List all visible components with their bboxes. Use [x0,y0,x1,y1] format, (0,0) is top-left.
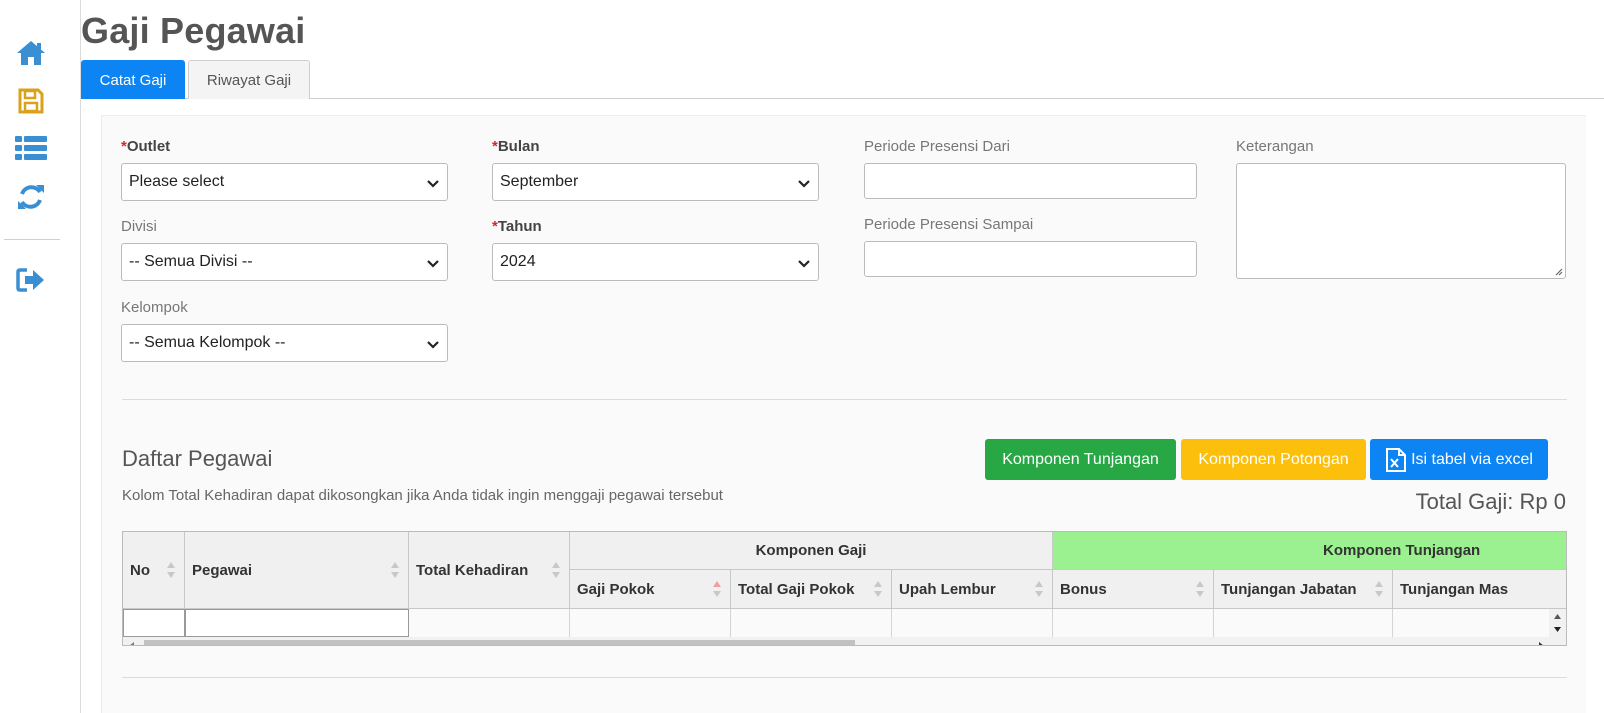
col-header-total-kehadiran-label: Total Kehadiran [416,561,529,579]
sort-icon [552,562,560,578]
table-cell[interactable] [1053,609,1214,637]
group-header-komponen-tunjangan: Komponen Tunjangan [1053,532,1566,570]
employee-table[interactable]: No Pegawai Total Kehadiran Komponen Gaji… [122,531,1567,646]
chevron-down-icon [427,180,439,188]
tahun-select[interactable]: 2024 [492,243,819,281]
col-header-upah-lembur[interactable]: Upah Lembur [892,570,1053,609]
col-header-pegawai-label: Pegawai [192,561,253,579]
chevron-down-icon [798,260,810,268]
periode-sampai-label: Periode Presensi Sampai [864,216,1034,233]
table-cell[interactable] [892,609,1053,637]
col-header-total-kehadiran[interactable]: Total Kehadiran [409,532,570,609]
outlet-label: *Outlet [121,138,170,155]
col-header-tunjangan-jabatan[interactable]: Tunjangan Jabatan [1214,570,1393,609]
sort-icon [167,562,175,578]
table-cell[interactable] [1393,609,1551,637]
sort-icon [874,581,882,597]
divisi-select[interactable]: -- Semua Divisi -- [121,243,448,281]
excel-button-label: Isi tabel via excel [1411,450,1533,468]
outlet-select[interactable]: Please select [121,163,448,201]
table-cell[interactable] [731,609,892,637]
table-cell[interactable] [570,609,731,637]
resize-handle-icon[interactable] [1553,266,1563,276]
bulan-select[interactable]: September [492,163,819,201]
sort-icon [1375,581,1383,597]
col-header-no[interactable]: No [123,532,185,609]
keterangan-textarea[interactable] [1236,163,1566,279]
total-gaji: Total Gaji: Rp 0 [1415,489,1566,514]
excel-file-icon [1386,447,1407,472]
kelompok-label: Kelompok [121,299,188,316]
komponen-potongan-button[interactable]: Komponen Potongan [1181,439,1366,480]
table-cell[interactable] [185,609,409,637]
list-icon[interactable] [14,131,48,165]
tab-bar: Catat Gaji Riwayat Gaji [81,60,1604,99]
sidebar [0,0,81,713]
divider [122,677,1567,678]
section-subtitle: Kolom Total Kehadiran dapat dikosongkan … [122,487,723,504]
chevron-down-icon [798,180,810,188]
scroll-left-icon[interactable] [127,641,137,646]
divisi-label: Divisi [121,218,157,235]
divider [122,399,1567,400]
sort-icon [391,562,399,578]
col-header-gaji-pokok[interactable]: Gaji Pokok [570,570,731,609]
horizontal-scrollbar[interactable] [123,637,1566,646]
tab-catat-gaji[interactable]: Catat Gaji [81,60,185,99]
col-header-tunjangan-jabatan-label: Tunjangan Jabatan [1221,580,1357,598]
col-header-gaji-pokok-label: Gaji Pokok [577,580,655,598]
col-header-bonus[interactable]: Bonus [1053,570,1214,609]
tahun-label-text: Tahun [497,218,542,235]
sort-icon [1035,581,1043,597]
col-header-total-gaji-pokok[interactable]: Total Gaji Pokok [731,570,892,609]
col-header-no-label: No [130,561,150,579]
scroll-right-icon[interactable] [1536,641,1546,646]
bulan-label: *Bulan [492,138,540,155]
periode-sampai-input[interactable] [864,241,1197,277]
col-header-tunjangan-mas-label: Tunjangan Mas [1400,580,1509,598]
kelompok-select[interactable]: -- Semua Kelompok -- [121,324,448,362]
col-header-total-gaji-pokok-label: Total Gaji Pokok [738,580,855,598]
tahun-select-value: 2024 [500,253,536,270]
sidebar-divider [4,239,60,240]
excel-button[interactable]: Isi tabel via excel [1370,439,1548,480]
page-title: Gaji Pegawai [81,10,306,51]
table-cell[interactable] [1214,609,1393,637]
komponen-tunjangan-button[interactable]: Komponen Tunjangan [985,439,1176,480]
home-icon[interactable] [14,36,48,70]
col-header-upah-lembur-label: Upah Lembur [899,580,996,598]
col-header-bonus-label: Bonus [1060,580,1107,598]
section-title: Daftar Pegawai [122,446,273,471]
scrollbar-thumb[interactable] [144,640,855,645]
refresh-icon[interactable] [14,180,48,214]
chevron-down-icon [427,341,439,349]
bulan-label-text: Bulan [497,138,540,155]
tab-riwayat-gaji[interactable]: Riwayat Gaji [188,60,310,99]
group-header-komponen-gaji: Komponen Gaji [570,532,1053,570]
periode-dari-input[interactable] [864,163,1197,199]
tahun-label: *Tahun [492,218,542,235]
save-icon[interactable] [14,84,48,118]
divisi-select-value: -- Semua Divisi -- [129,253,253,270]
sort-asc-icon [713,581,721,597]
col-header-pegawai[interactable]: Pegawai [185,532,409,609]
logout-icon[interactable] [14,263,48,297]
chevron-down-icon [427,260,439,268]
kelompok-select-value: -- Semua Kelompok -- [129,334,286,351]
bulan-select-value: September [500,173,579,190]
col-header-tunjangan-mas[interactable]: Tunjangan Mas [1393,570,1566,609]
outlet-label-text: Outlet [126,138,171,155]
form-panel: *Outlet Please select Divisi -- Semua Di… [101,115,1586,713]
outlet-select-value: Please select [129,173,225,190]
periode-dari-label: Periode Presensi Dari [864,138,1010,155]
table-cell[interactable] [409,609,570,637]
scroll-arrows-icon [1554,614,1561,632]
sort-icon [1196,581,1204,597]
table-cell[interactable] [123,609,185,637]
keterangan-label: Keterangan [1236,138,1314,155]
vertical-scrollbar[interactable] [1549,609,1566,637]
